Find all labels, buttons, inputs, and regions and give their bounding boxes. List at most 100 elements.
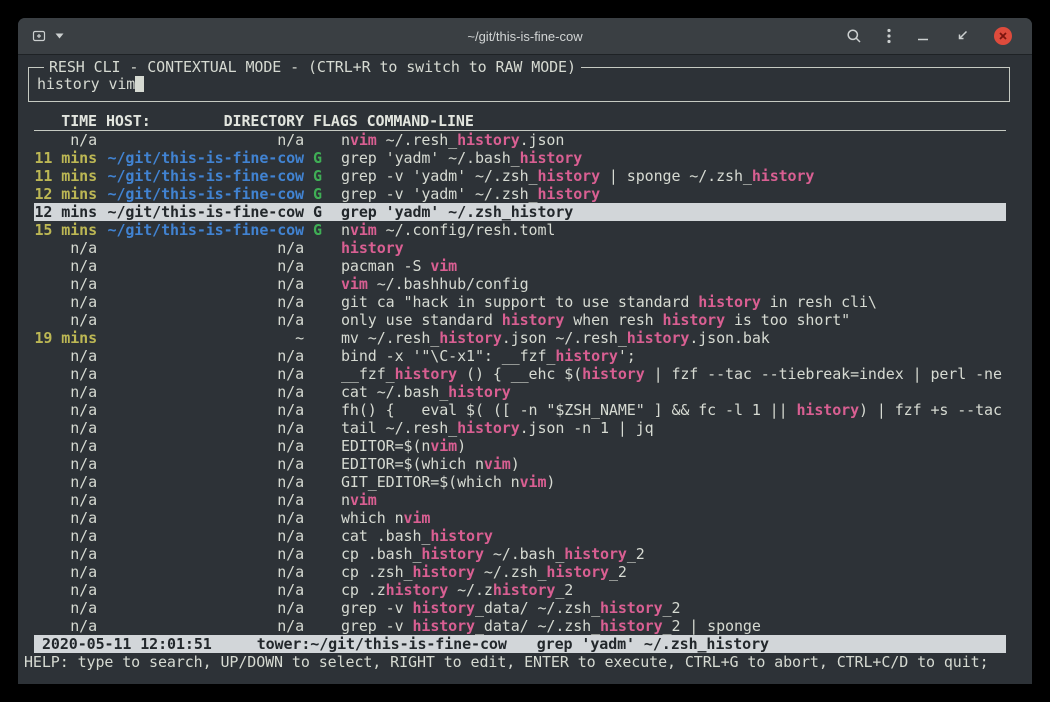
row-flags <box>313 491 327 509</box>
match-highlight: vim <box>350 491 377 509</box>
close-button[interactable] <box>994 27 1012 45</box>
table-row[interactable]: 19 mins~mv ~/.resh_history.json ~/.resh_… <box>34 329 1006 347</box>
row-command: EDITOR=$(which nvim) <box>341 455 1006 473</box>
match-highlight: history <box>555 347 618 365</box>
row-host-directory: n/a <box>106 257 304 275</box>
match-highlight: history <box>546 563 609 581</box>
row-host-directory: ~/git/this-is-fine-cow <box>106 185 304 203</box>
chevron-down-icon <box>55 33 64 39</box>
table-row[interactable]: 12 mins~/git/this-is-fine-cowGgrep -v 'y… <box>34 185 1006 203</box>
row-host-directory: ~/git/this-is-fine-cow <box>106 221 304 239</box>
table-row[interactable]: n/an/acat ~/.bash_history <box>34 383 1006 401</box>
row-flags <box>313 437 327 455</box>
table-row[interactable]: n/an/acp .zhistory ~/.zhistory_2 <box>34 581 1006 599</box>
row-flags <box>313 545 327 563</box>
match-highlight: history <box>439 329 502 347</box>
table-row[interactable]: n/an/afh() { eval $( ([ -n "$ZSH_NAME" ]… <box>34 401 1006 419</box>
table-row[interactable]: 15 mins~/git/this-is-fine-cowGnvim ~/.co… <box>34 221 1006 239</box>
match-highlight: vim <box>484 455 511 473</box>
table-row[interactable]: n/an/acat .bash_history <box>34 527 1006 545</box>
table-row[interactable]: n/an/anvim <box>34 491 1006 509</box>
row-command: grep -v history_data/ ~/.zsh_history_2 <box>341 599 1006 617</box>
row-command: cat .bash_history <box>341 527 1006 545</box>
match-highlight: vim <box>430 257 457 275</box>
row-time: 19 mins <box>34 329 97 347</box>
row-time: n/a <box>34 455 97 473</box>
table-row[interactable]: n/an/avim ~/.bashhub/config <box>34 275 1006 293</box>
row-flags <box>313 617 327 635</box>
match-highlight: history <box>430 527 493 545</box>
table-row[interactable]: n/an/aGIT_EDITOR=$(which nvim) <box>34 473 1006 491</box>
search-button[interactable] <box>846 28 862 44</box>
row-flags <box>313 401 327 419</box>
history-table: TIME HOST: DIRECTORY FLAGS COMMAND-LINE … <box>34 112 1006 653</box>
row-time: n/a <box>34 599 97 617</box>
table-row[interactable]: 11 mins~/git/this-is-fine-cowGgrep -v 'y… <box>34 167 1006 185</box>
menu-button[interactable] <box>887 28 891 44</box>
row-time: n/a <box>34 581 97 599</box>
titlebar-left-controls <box>31 18 64 54</box>
new-tab-button[interactable] <box>31 28 64 44</box>
table-row[interactable]: n/an/aonly use standard history when res… <box>34 311 1006 329</box>
table-row[interactable]: n/an/aEDITOR=$(nvim) <box>34 437 1006 455</box>
row-time: n/a <box>34 311 97 329</box>
table-row[interactable]: 12 mins~/git/this-is-fine-cowGgrep 'yadm… <box>34 203 1006 221</box>
row-command: vim ~/.bashhub/config <box>341 275 1006 293</box>
header-directory: DIRECTORY <box>224 112 304 130</box>
table-row[interactable]: n/an/agit ca "hack in support to use sta… <box>34 293 1006 311</box>
row-flags <box>313 347 327 365</box>
match-highlight: history <box>395 365 458 383</box>
row-host-directory: n/a <box>106 473 304 491</box>
match-highlight: history <box>520 149 583 167</box>
row-time: 15 mins <box>34 221 97 239</box>
table-row[interactable]: n/an/atail ~/.resh_history.json -n 1 | j… <box>34 419 1006 437</box>
row-flags: G <box>313 185 327 203</box>
table-row[interactable]: n/an/agrep -v history_data/ ~/.zsh_histo… <box>34 599 1006 617</box>
row-host-directory: n/a <box>106 311 304 329</box>
row-time: n/a <box>34 275 97 293</box>
table-row[interactable]: n/an/ahistory <box>34 239 1006 257</box>
table-row[interactable]: n/an/awhich nvim <box>34 509 1006 527</box>
row-time: n/a <box>34 257 97 275</box>
match-highlight: history <box>752 167 815 185</box>
match-highlight: history <box>582 365 645 383</box>
row-host-directory: n/a <box>106 509 304 527</box>
row-command: nvim <box>341 491 1006 509</box>
row-command: bind -x '"\C-x1": __fzf_history'; <box>341 347 1006 365</box>
titlebar[interactable]: ~/git/this-is-fine-cow <box>18 18 1032 55</box>
row-command: cat ~/.bash_history <box>341 383 1006 401</box>
minimize-button[interactable] <box>916 29 930 43</box>
row-command: which nvim <box>341 509 1006 527</box>
row-command: __fzf_history () { __ehc $(history | fzf… <box>341 365 1006 383</box>
table-row[interactable]: n/an/a__fzf_history () { __ehc $(history… <box>34 365 1006 383</box>
table-row[interactable]: n/an/agrep -v history_data/ ~/.zsh_histo… <box>34 617 1006 635</box>
table-row[interactable]: n/an/abind -x '"\C-x1": __fzf_history'; <box>34 347 1006 365</box>
terminal-window: ~/git/this-is-fine-cow <box>18 18 1032 684</box>
row-command: cp .zsh_history ~/.zsh_history_2 <box>341 563 1006 581</box>
match-highlight: history <box>412 563 475 581</box>
row-host-directory: n/a <box>106 239 304 257</box>
row-time: n/a <box>34 419 97 437</box>
row-time: n/a <box>34 401 97 419</box>
row-flags <box>313 293 327 311</box>
row-command: git ca "hack in support to use standard … <box>341 293 1006 311</box>
row-time: n/a <box>34 365 97 383</box>
row-command: mv ~/.resh_history.json ~/.resh_history.… <box>341 329 1006 347</box>
row-host-directory: n/a <box>106 527 304 545</box>
row-flags: G <box>313 167 327 185</box>
table-row[interactable]: n/an/apacman -S vim <box>34 257 1006 275</box>
table-row[interactable]: n/an/aEDITOR=$(which nvim) <box>34 455 1006 473</box>
table-row[interactable]: 11 mins~/git/this-is-fine-cowGgrep 'yadm… <box>34 149 1006 167</box>
match-highlight: history <box>796 401 859 419</box>
table-row[interactable]: n/an/acp .zsh_history ~/.zsh_history_2 <box>34 563 1006 581</box>
row-flags <box>313 581 327 599</box>
row-flags: G <box>313 203 327 221</box>
match-highlight: vim <box>350 131 377 149</box>
row-flags <box>313 527 327 545</box>
restore-button[interactable] <box>955 29 969 43</box>
table-row[interactable]: n/an/acp .bash_history ~/.bash_history_2 <box>34 545 1006 563</box>
table-row[interactable]: n/an/anvim ~/.resh_history.json <box>34 131 1006 149</box>
row-time: n/a <box>34 563 97 581</box>
match-highlight: history <box>698 293 761 311</box>
help-line: HELP: type to search, UP/DOWN to select,… <box>24 653 1032 671</box>
